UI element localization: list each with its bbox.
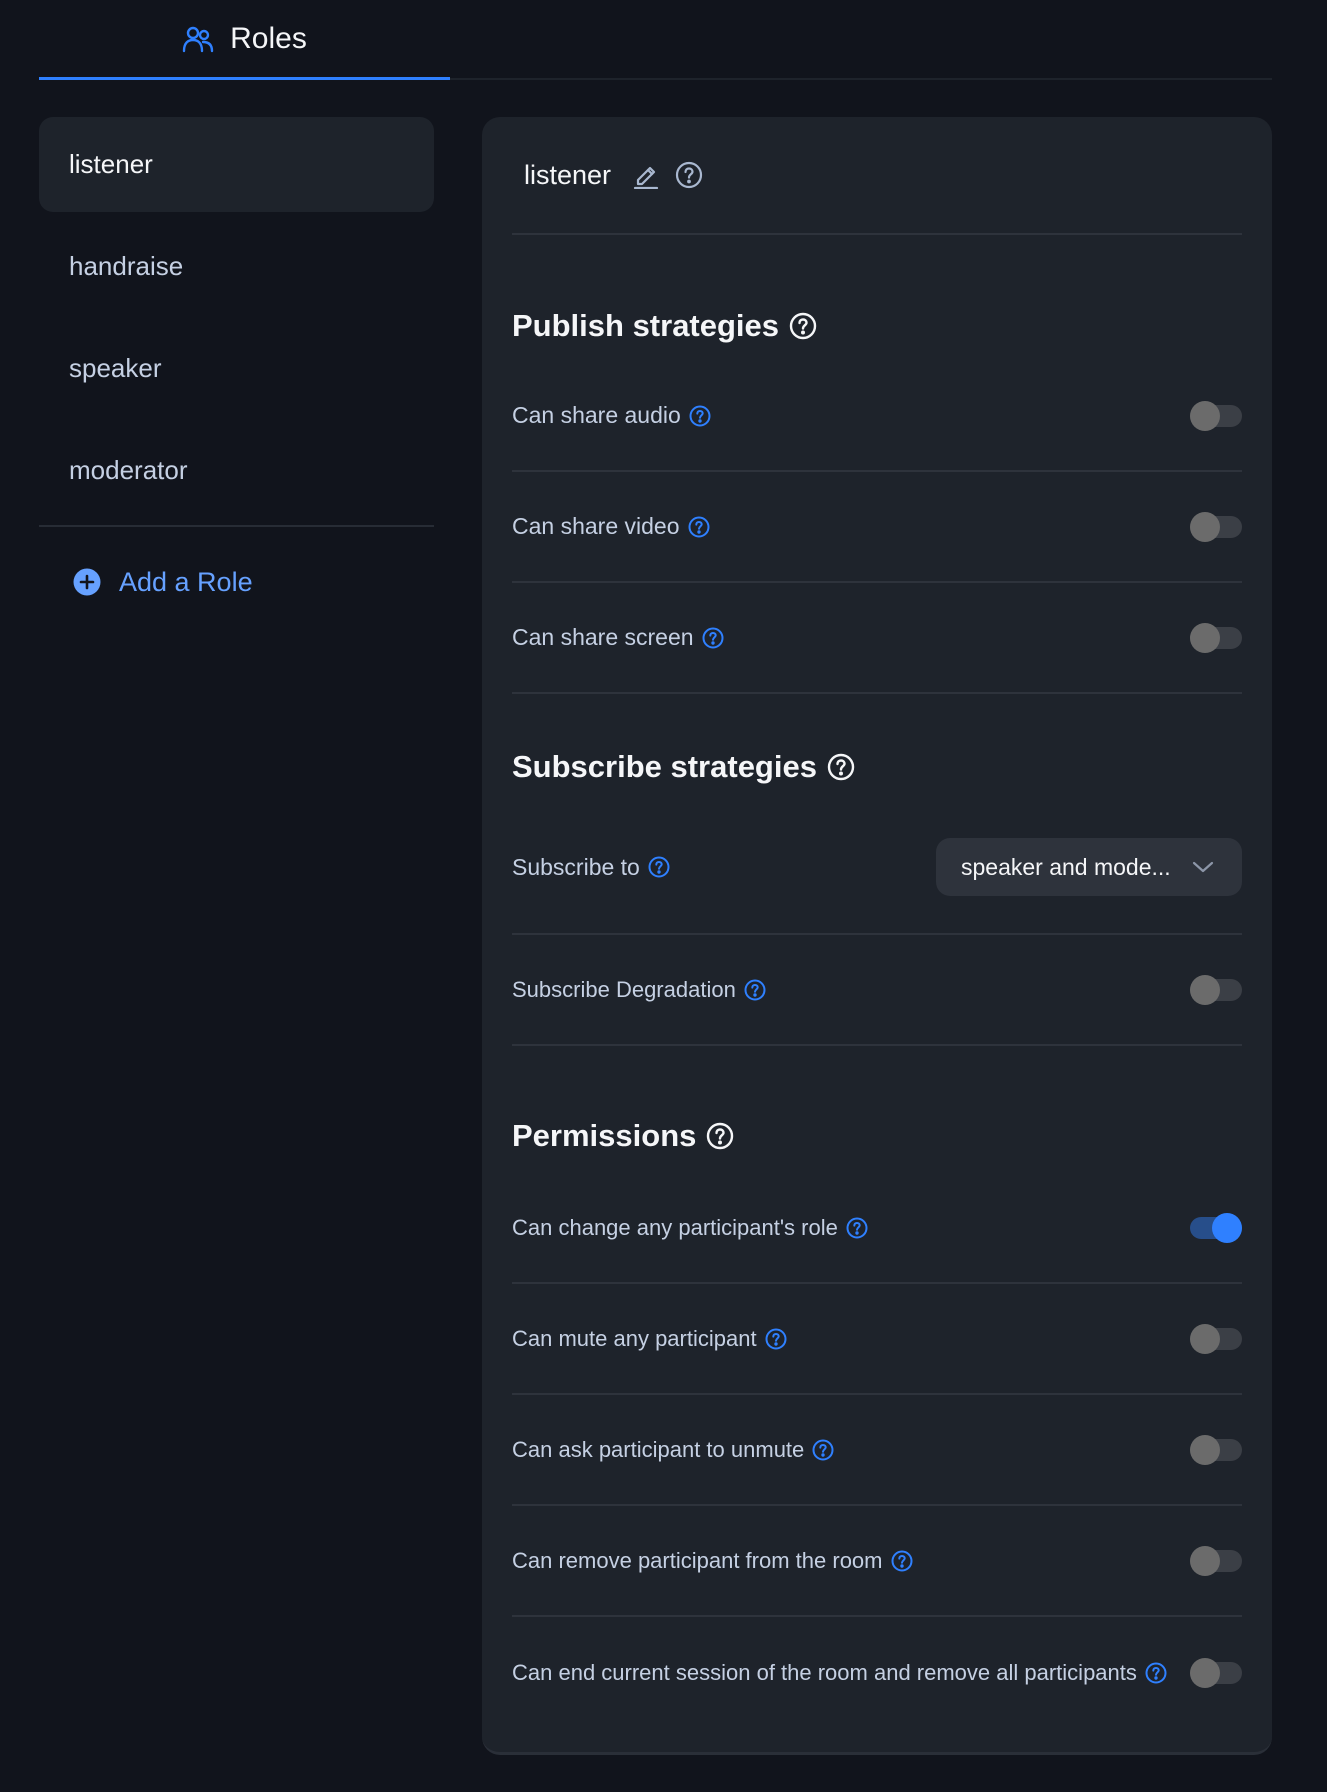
can-mute-row: Can mute any participant [512, 1284, 1242, 1395]
can-ask-unmute-toggle[interactable] [1190, 1434, 1242, 1465]
tab-roles[interactable]: Roles [39, 0, 450, 80]
row-label: Can end current session of the room and … [512, 1659, 1137, 1685]
help-icon[interactable] [846, 1217, 868, 1239]
can-remove-participant-toggle[interactable] [1190, 1545, 1242, 1576]
help-icon[interactable] [648, 856, 670, 878]
sidebar-item-speaker[interactable]: speaker [39, 321, 434, 416]
can-share-audio-toggle[interactable] [1190, 400, 1242, 431]
panel-header: listener [512, 117, 1242, 235]
permissions-title: Permissions [512, 1118, 734, 1154]
sidebar-item-listener[interactable]: listener [39, 117, 434, 212]
sidebar-item-label: speaker [69, 353, 162, 383]
help-icon[interactable] [706, 1122, 734, 1150]
row-label: Can share screen [512, 624, 694, 650]
help-icon[interactable] [702, 627, 724, 649]
sidebar-item-label: handraise [69, 251, 184, 281]
can-end-session-row: Can end current session of the room and … [512, 1617, 1242, 1728]
section-title-text: Subscribe strategies [512, 749, 817, 784]
row-label: Can ask participant to unmute [512, 1436, 805, 1462]
can-share-video-toggle[interactable] [1190, 511, 1242, 542]
plus-circle-icon [73, 568, 101, 596]
subscribe-degradation-row: Subscribe Degradation [512, 935, 1242, 1046]
help-icon[interactable] [789, 312, 817, 340]
can-remove-participant-row: Can remove participant from the room [512, 1506, 1242, 1617]
sidebar-item-label: listener [69, 149, 153, 179]
row-label: Can change any participant's role [512, 1214, 838, 1240]
row-label: Can mute any participant [512, 1325, 757, 1351]
row-label: Subscribe Degradation [512, 976, 736, 1002]
help-icon[interactable] [765, 1328, 787, 1350]
sidebar-item-label: moderator [69, 455, 188, 485]
help-icon[interactable] [688, 516, 710, 538]
can-share-screen-toggle[interactable] [1190, 622, 1242, 653]
help-icon[interactable] [744, 979, 766, 1001]
chevron-down-icon [1192, 860, 1214, 874]
roles-sidebar: listener handraise speaker moderator Add… [39, 117, 434, 637]
tabs-bar: Roles [39, 0, 1272, 80]
select-value: speaker and mode... [961, 853, 1171, 880]
add-role-label: Add a Role [119, 566, 253, 597]
row-label: Subscribe to [512, 853, 640, 880]
can-change-role-toggle[interactable] [1190, 1212, 1242, 1243]
row-label: Can share video [512, 513, 680, 539]
role-name: listener [524, 159, 612, 190]
role-settings-panel: listener Publish strategies Can share au… [482, 117, 1272, 1755]
help-icon[interactable] [827, 753, 855, 781]
help-icon[interactable] [689, 405, 711, 427]
row-label: Can remove participant from the room [512, 1547, 883, 1573]
edit-icon[interactable] [633, 161, 659, 189]
subscribe-to-row: Subscribe to speaker and mode... [512, 801, 1242, 935]
help-icon[interactable] [675, 161, 703, 189]
can-share-screen-row: Can share screen [512, 583, 1242, 694]
help-icon[interactable] [1145, 1662, 1167, 1684]
can-share-audio-row: Can share audio [512, 361, 1242, 472]
subscribe-strategies-title: Subscribe strategies [512, 749, 855, 785]
can-end-session-toggle[interactable] [1190, 1657, 1242, 1688]
section-title-text: Publish strategies [512, 308, 780, 343]
sidebar-item-handraise[interactable]: handraise [39, 219, 434, 314]
can-ask-unmute-row: Can ask participant to unmute [512, 1395, 1242, 1506]
can-share-video-row: Can share video [512, 472, 1242, 583]
subscribe-degradation-toggle[interactable] [1190, 974, 1242, 1005]
row-label: Can share audio [512, 402, 681, 428]
can-change-role-row: Can change any participant's role [512, 1173, 1242, 1284]
publish-strategies-title: Publish strategies [512, 308, 817, 344]
users-icon [182, 23, 214, 55]
tab-label: Roles [230, 21, 307, 55]
can-mute-toggle[interactable] [1190, 1323, 1242, 1354]
subscribe-to-select[interactable]: speaker and mode... [936, 838, 1242, 896]
sidebar-item-moderator[interactable]: moderator [39, 423, 434, 518]
help-icon[interactable] [891, 1550, 913, 1572]
section-title-text: Permissions [512, 1118, 697, 1153]
add-role-button[interactable]: Add a Role [39, 527, 434, 637]
help-icon[interactable] [812, 1439, 834, 1461]
